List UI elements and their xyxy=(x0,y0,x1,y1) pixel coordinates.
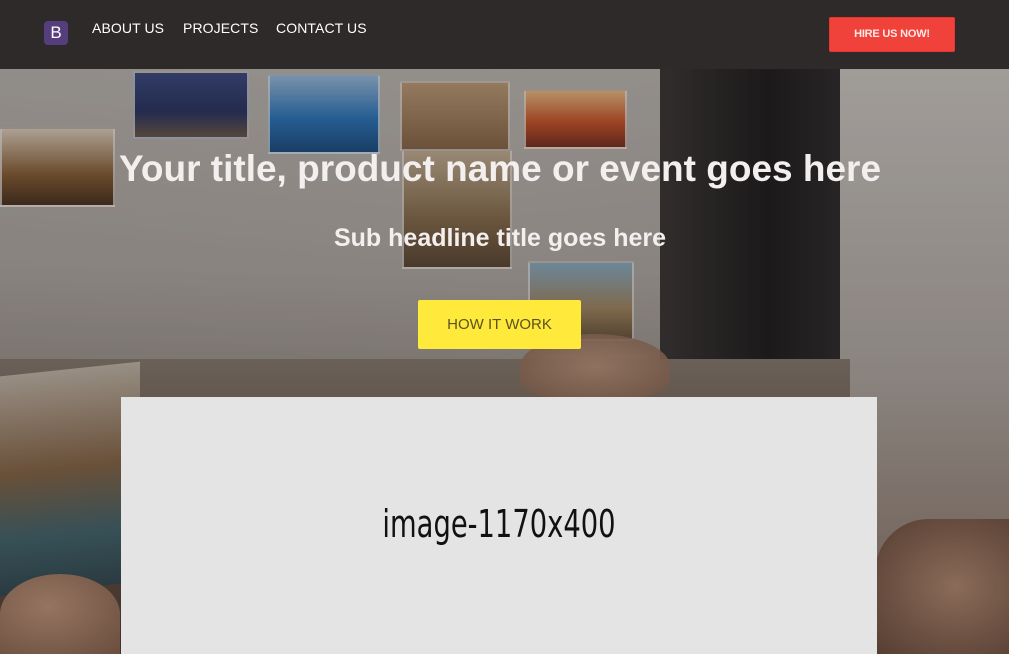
top-navbar: B ABOUT US PROJECTS CONTACT US HIRE US N… xyxy=(0,0,1009,69)
nav-link-about-us[interactable]: ABOUT US xyxy=(92,20,164,36)
how-it-work-button[interactable]: HOW IT WORK xyxy=(418,300,581,349)
hero-subtitle: Sub headline title goes here xyxy=(333,224,667,252)
nav-link-contact-us[interactable]: CONTACT US xyxy=(276,20,367,36)
image-placeholder-label: image-1170x400 xyxy=(382,502,616,546)
nav-link-projects[interactable]: PROJECTS xyxy=(183,20,258,36)
hero-title: Your title, product name or event goes h… xyxy=(118,148,882,189)
image-placeholder: image-1170x400 xyxy=(121,397,877,654)
brand-logo[interactable]: B xyxy=(44,21,68,45)
hire-us-button[interactable]: HIRE US NOW! xyxy=(829,17,955,52)
